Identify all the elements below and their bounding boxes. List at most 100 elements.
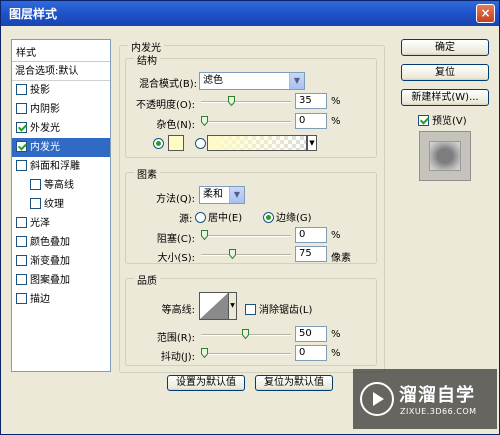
ok-button[interactable]: 确定 <box>401 39 489 56</box>
blending-options-item[interactable]: 混合选项:默认 <box>12 62 110 81</box>
jitter-input[interactable]: 0 <box>295 345 327 361</box>
slider-thumb-icon[interactable] <box>201 230 208 240</box>
slider-thumb-icon[interactable] <box>201 116 208 126</box>
style-item-checkbox[interactable] <box>16 235 27 247</box>
style-item-checkbox[interactable] <box>30 178 41 190</box>
style-item[interactable]: 外发光 <box>12 119 110 138</box>
jitter-label: 抖动(J): <box>160 352 195 363</box>
style-item[interactable]: 内发光 <box>12 138 110 157</box>
style-item[interactable]: 投影 <box>12 81 110 100</box>
choke-label: 阻塞(C): <box>156 234 195 245</box>
style-item-checkbox[interactable] <box>16 121 27 133</box>
gradient-swatch[interactable] <box>207 135 307 151</box>
choke-input[interactable]: 0 <box>295 227 327 243</box>
size-input[interactable]: 75 <box>295 246 327 262</box>
reset-button[interactable]: 复位 <box>401 64 489 81</box>
style-item-checkbox[interactable] <box>16 292 27 304</box>
jitter-slider[interactable] <box>201 348 291 359</box>
contour-dropdown-icon[interactable]: ▼ <box>229 292 237 320</box>
slider-thumb-icon[interactable] <box>228 96 235 106</box>
blend-mode-label: 混合模式(B): <box>139 79 198 90</box>
range-unit: % <box>331 329 341 340</box>
glow-color-swatch[interactable] <box>168 135 184 151</box>
style-item-checkbox[interactable] <box>16 140 27 152</box>
window-title: 图层样式 <box>9 7 58 21</box>
color-radio[interactable] <box>153 138 164 149</box>
style-item-checkbox[interactable] <box>30 197 41 209</box>
style-item-label: 等高线 <box>44 180 74 191</box>
slider-thumb-icon[interactable] <box>201 348 208 358</box>
style-item-label: 斜面和浮雕 <box>30 161 80 172</box>
styles-list: 样式 混合选项:默认 投影 内阴影外发光内发光斜面和浮雕等高线纹理光泽颜色叠加渐变… <box>11 39 111 372</box>
play-logo-icon <box>360 382 394 416</box>
technique-label: 方法(Q): <box>155 194 195 205</box>
slider-thumb-icon[interactable] <box>242 329 249 339</box>
close-button[interactable]: × <box>476 4 495 23</box>
style-item-checkbox[interactable] <box>16 102 27 114</box>
make-default-button[interactable]: 设置为默认值 <box>167 375 245 391</box>
gradient-radio[interactable] <box>195 138 206 149</box>
noise-slider[interactable] <box>201 116 291 127</box>
style-item[interactable]: 描边 <box>12 290 110 309</box>
style-item[interactable]: 斜面和浮雕 <box>12 157 110 176</box>
choke-slider[interactable] <box>201 230 291 241</box>
style-item-label: 渐变叠加 <box>30 256 70 267</box>
blend-mode-select[interactable]: 滤色 ▼ <box>199 72 305 90</box>
style-item[interactable]: 等高线 <box>12 176 110 195</box>
source-center-radio[interactable] <box>195 211 206 223</box>
size-unit: 像素 <box>331 253 351 264</box>
anti-alias-checkbox[interactable] <box>245 303 256 315</box>
range-label: 范围(R): <box>156 333 195 344</box>
styles-header[interactable]: 样式 <box>12 40 110 62</box>
range-input[interactable]: 50 <box>295 326 327 342</box>
technique-value: 柔和 <box>203 189 223 200</box>
watermark-brand: 溜溜自学 <box>399 385 475 406</box>
elements-title: 图素 <box>134 166 160 181</box>
source-center-option[interactable]: 居中(E) <box>195 209 242 224</box>
size-label: 大小(S): <box>157 253 195 264</box>
opacity-label: 不透明度(O): <box>135 100 195 111</box>
opacity-slider[interactable] <box>201 96 291 107</box>
style-item[interactable]: 内阴影 <box>12 100 110 119</box>
style-item-checkbox[interactable] <box>16 159 27 171</box>
source-edge-radio[interactable] <box>263 211 274 223</box>
style-item[interactable]: 渐变叠加 <box>12 252 110 271</box>
source-label: 源: <box>179 214 193 225</box>
style-item-label: 描边 <box>30 294 50 305</box>
style-item-label: 内发光 <box>30 142 60 153</box>
technique-select[interactable]: 柔和 ▼ <box>199 186 245 204</box>
gradient-dropdown-icon[interactable]: ▼ <box>307 135 317 151</box>
watermark: 溜溜自学 ZIXUE.3D66.COM <box>353 369 497 429</box>
source-edge-option[interactable]: 边缘(G) <box>263 209 312 224</box>
style-item-checkbox[interactable] <box>16 83 27 95</box>
new-style-button[interactable]: 新建样式(W)... <box>401 89 489 106</box>
range-slider[interactable] <box>201 329 291 340</box>
blend-mode-value: 滤色 <box>203 75 223 86</box>
style-item[interactable]: 颜色叠加 <box>12 233 110 252</box>
style-item[interactable]: 纹理 <box>12 195 110 214</box>
style-item-label: 外发光 <box>30 123 60 134</box>
style-item[interactable]: 光泽 <box>12 214 110 233</box>
reset-default-button[interactable]: 复位为默认值 <box>255 375 333 391</box>
structure-title: 结构 <box>134 52 160 67</box>
style-item[interactable]: 图案叠加 <box>12 271 110 290</box>
slider-thumb-icon[interactable] <box>229 249 236 259</box>
noise-input[interactable]: 0 <box>295 113 327 129</box>
style-item-checkbox[interactable] <box>16 273 27 285</box>
layer-style-dialog: 图层样式 × 样式 混合选项:默认 投影 内阴影外发光内发光斜面和浮雕等高线纹理光… <box>0 0 500 435</box>
style-item-label: 光泽 <box>30 218 50 229</box>
style-item-checkbox[interactable] <box>16 254 27 266</box>
opacity-input[interactable]: 35 <box>295 93 327 109</box>
title-bar[interactable]: 图层样式 × <box>1 1 499 26</box>
style-item-checkbox[interactable] <box>16 216 27 228</box>
size-slider[interactable] <box>201 249 291 260</box>
contour-curve-icon <box>200 293 228 319</box>
opacity-unit: % <box>331 96 341 107</box>
choke-unit: % <box>331 230 341 241</box>
anti-alias-option[interactable]: 消除锯齿(L) <box>245 301 312 316</box>
contour-picker[interactable] <box>199 292 229 320</box>
preview-checkbox[interactable] <box>418 114 429 126</box>
noise-label: 杂色(N): <box>156 120 195 131</box>
style-item-label: 颜色叠加 <box>30 237 70 248</box>
preview-option[interactable]: 预览(V) <box>418 112 467 127</box>
